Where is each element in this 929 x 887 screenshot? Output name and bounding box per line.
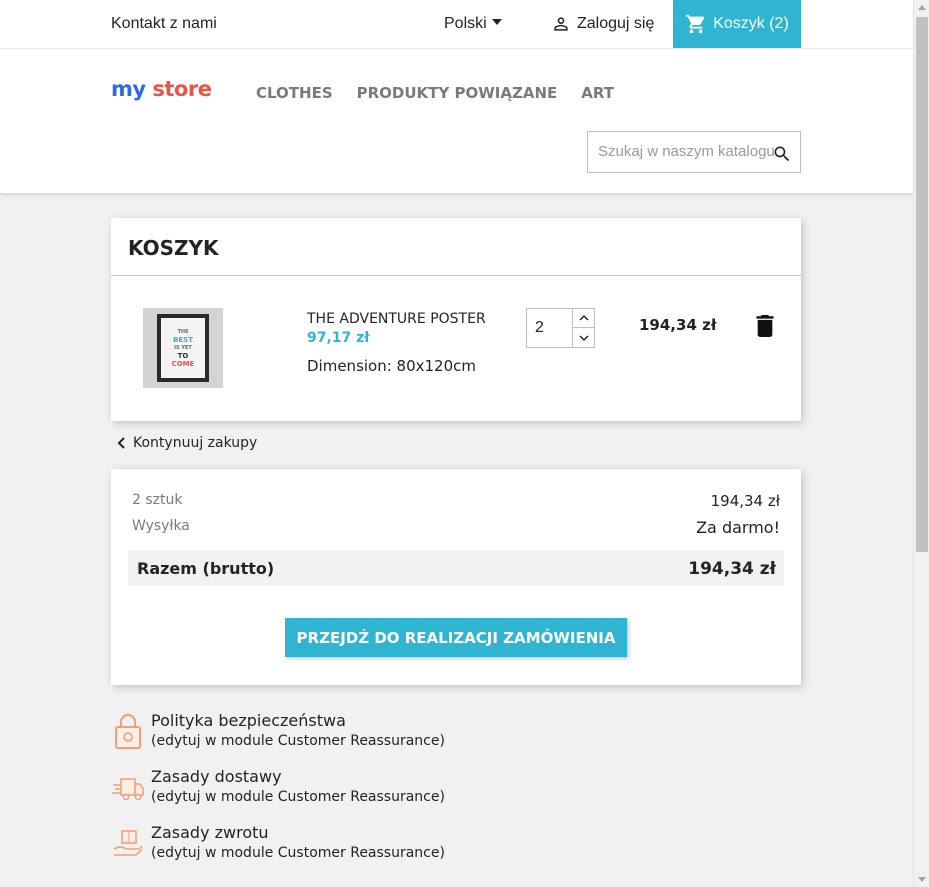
summary-shipping-label: Wysyłka: [132, 518, 190, 534]
reassurance-subtitle: (edytuj w module Customer Reassurance): [151, 845, 445, 861]
quantity-stepper: [526, 308, 595, 348]
product-unit-price: 97,17 zł: [307, 330, 370, 346]
summary-shipping-row: Wysyłka Za darmo!: [132, 518, 780, 537]
summary-total-row: Razem (brutto) 194,34 zł: [128, 550, 784, 586]
reassurance-subtitle: (edytuj w module Customer Reassurance): [151, 789, 445, 805]
scroll-up-arrow-icon[interactable]: [918, 5, 926, 10]
scroll-down-arrow-icon[interactable]: [918, 877, 926, 882]
logo-my: my: [111, 77, 146, 101]
language-label: Polski: [444, 15, 487, 32]
quantity-buttons: [572, 309, 594, 347]
poster-text-5: COME: [171, 360, 195, 368]
chevron-up-icon: [578, 314, 589, 321]
cart-summary: 2 sztuk 194,34 zł Wysyłka Za darmo! Raze…: [111, 469, 801, 685]
nav-item-related-products[interactable]: PRODUKTY POWIĄZANE: [357, 84, 558, 102]
nav-item-art[interactable]: ART: [581, 84, 614, 102]
divider: [111, 275, 801, 276]
lock-icon: [115, 714, 141, 749]
cart-button[interactable]: Koszyk (2): [673, 0, 801, 48]
login-label: Zaloguj się: [577, 15, 655, 32]
chevron-down-icon: [578, 334, 589, 341]
summary-items-value: 194,34 zł: [710, 492, 780, 510]
logo-store: store: [152, 77, 212, 101]
contact-link[interactable]: Kontakt z nami: [111, 15, 217, 33]
remove-item-button[interactable]: [756, 315, 774, 342]
delivery-truck-icon: [112, 778, 144, 801]
summary-total-label: Razem (brutto): [137, 559, 275, 578]
poster-paper: THE BEST IS YET TO COME: [161, 318, 205, 378]
cart-panel: KOSZYK THE BEST IS YET TO COME THE ADVEN…: [111, 218, 801, 421]
product-name-link[interactable]: THE ADVENTURE POSTER: [307, 311, 486, 327]
summary-total-value: 194,34 zł: [688, 559, 776, 579]
caret-down-icon: [491, 18, 502, 25]
poster-text-1: THE: [177, 329, 189, 335]
product-thumbnail[interactable]: THE BEST IS YET TO COME: [143, 308, 223, 388]
poster-frame: THE BEST IS YET TO COME: [157, 314, 209, 382]
line-total: 194,34 zł: [639, 316, 717, 334]
reassurance-title: Zasady zwrotu: [151, 823, 269, 842]
reassurance-title: Zasady dostawy: [151, 767, 282, 786]
product-attribute: Dimension: 80x120cm: [307, 357, 477, 375]
cart-title: KOSZYK: [128, 236, 219, 260]
login-link[interactable]: Zaloguj się: [551, 14, 654, 34]
search-icon[interactable]: [772, 144, 792, 164]
quantity-increase-button[interactable]: [573, 309, 594, 328]
quantity-decrease-button[interactable]: [573, 328, 594, 347]
reassurance-subtitle: (edytuj w module Customer Reassurance): [151, 733, 445, 749]
cart-label: Koszyk (2): [713, 15, 789, 32]
user-icon: [554, 17, 568, 31]
summary-shipping-value: Za darmo!: [696, 518, 780, 537]
continue-shopping-link[interactable]: Kontynuuj zakupy: [117, 435, 257, 451]
reassurance-title: Polityka bezpieczeństwa: [151, 711, 346, 730]
continue-shopping-label: Kontynuuj zakupy: [133, 435, 258, 451]
poster-text-3: IS YET: [174, 345, 192, 351]
header: my store CLOTHES PRODUKTY POWIĄZANE ART: [0, 49, 913, 193]
quantity-input[interactable]: [527, 309, 573, 347]
return-package-icon: [113, 830, 143, 856]
poster-text-2: BEST: [173, 336, 193, 344]
summary-items-row: 2 sztuk 194,34 zł: [132, 492, 780, 510]
trash-icon: [756, 315, 774, 337]
scrollbar-thumb[interactable]: [916, 17, 928, 552]
search-input[interactable]: [598, 143, 778, 160]
store-logo[interactable]: my store: [111, 77, 212, 101]
language-selector[interactable]: Polski: [444, 15, 502, 33]
main-nav: CLOTHES PRODUKTY POWIĄZANE ART: [256, 84, 638, 102]
nav-item-clothes[interactable]: CLOTHES: [256, 84, 333, 102]
poster-text-4: TO: [177, 352, 189, 360]
checkout-button[interactable]: PRZEJDŹ DO REALIZACJI ZAMÓWIENIA: [285, 618, 627, 657]
page-scrollbar[interactable]: [913, 0, 929, 887]
summary-items-label: 2 sztuk: [132, 492, 183, 508]
shopping-cart-icon: [686, 14, 705, 34]
chevron-left-icon: [117, 437, 125, 449]
search-box: [587, 131, 801, 173]
top-bar: Kontakt z nami Polski Zaloguj się Koszyk…: [0, 0, 913, 49]
